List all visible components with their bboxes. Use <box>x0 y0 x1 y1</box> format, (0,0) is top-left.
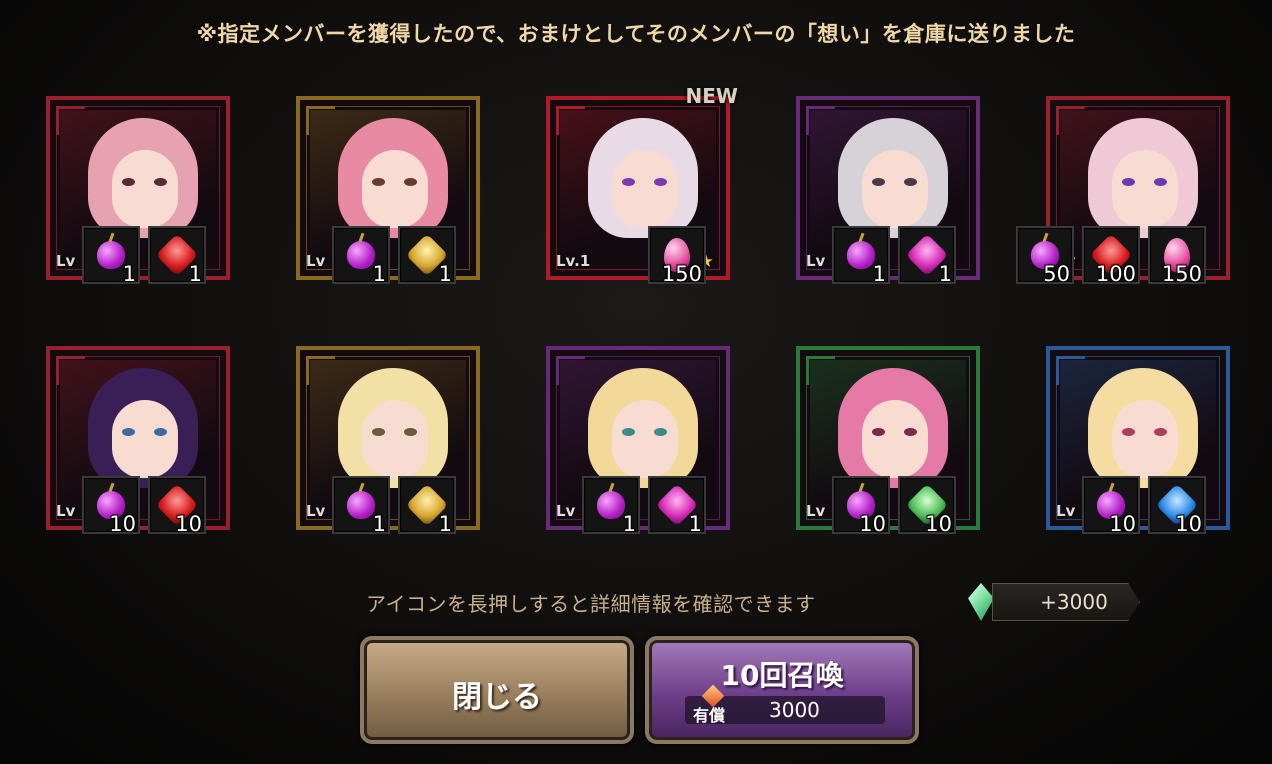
bonus-item[interactable]: 1 <box>398 476 456 536</box>
member-card[interactable]: Lv★50100150 <box>1016 96 1230 286</box>
item-count: 1 <box>372 512 386 536</box>
bonus-item[interactable]: 10 <box>148 476 206 536</box>
bonus-items: 11 <box>832 226 956 286</box>
item-count: 150 <box>661 262 702 286</box>
element-emblem-icon <box>306 356 335 385</box>
element-emblem-icon <box>806 356 835 385</box>
bonus-item[interactable]: 1 <box>148 226 206 286</box>
member-level: Lv.1 <box>556 252 591 270</box>
member-level: Lv <box>56 252 76 270</box>
bonus-item[interactable]: 150 <box>1148 226 1206 286</box>
item-count: 1 <box>188 262 202 286</box>
item-count: 10 <box>1175 512 1202 536</box>
element-emblem-icon <box>556 106 585 135</box>
member-level: Lv <box>1056 502 1076 520</box>
item-count: 50 <box>1043 262 1070 286</box>
bonus-items: 50 100 150 <box>1016 226 1206 286</box>
bonus-item[interactable]: 1 <box>82 226 140 286</box>
bonus-items: 10 10 <box>1082 476 1206 536</box>
close-button[interactable]: 閉じる <box>360 636 634 744</box>
member-level: Lv <box>556 502 576 520</box>
bonus-item[interactable]: 1 <box>898 226 956 286</box>
bonus-items: 11 <box>82 226 206 286</box>
item-count: 1 <box>622 512 636 536</box>
element-emblem-icon <box>556 356 585 385</box>
summon-cost: 有償 3000 <box>685 684 885 725</box>
item-count: 10 <box>109 512 136 536</box>
item-count: 1 <box>872 262 886 286</box>
bonus-item[interactable]: 1 <box>398 226 456 286</box>
close-button-label: 閉じる <box>452 680 542 715</box>
item-count: 10 <box>859 512 886 536</box>
item-count: 150 <box>1161 262 1202 286</box>
bonus-item[interactable]: 10 <box>82 476 140 536</box>
member-level: Lv <box>306 502 326 520</box>
member-card[interactable]: Lv★11 <box>546 346 730 536</box>
summon-10-button[interactable]: 10回召喚 有償 3000 <box>645 636 919 744</box>
member-card[interactable]: Lv★1010 <box>796 346 980 536</box>
bonus-items: 11 <box>332 226 456 286</box>
member-card[interactable]: Lv★1010 <box>46 346 230 536</box>
bonus-item[interactable]: 50 <box>1016 226 1074 286</box>
bonus-items: 10 10 <box>832 476 956 536</box>
item-count: 1 <box>438 512 452 536</box>
member-level: Lv <box>806 252 826 270</box>
cost-label: 有償 <box>693 706 726 725</box>
bonus-items: 10 10 <box>82 476 206 536</box>
bonus-item[interactable]: 1 <box>832 226 890 286</box>
notice-text: ※指定メンバーを獲得したので、おまけとしてそのメンバーの「想い」を倉庫に送りまし… <box>196 22 1076 46</box>
cost-value: 3000 <box>769 698 820 722</box>
element-emblem-icon <box>56 106 85 135</box>
bonus-item[interactable]: 1 <box>648 476 706 536</box>
element-emblem-icon <box>806 106 835 135</box>
item-count: 10 <box>175 512 202 536</box>
green-crystal-icon <box>968 583 994 621</box>
bonus-item[interactable]: 1 <box>582 476 640 536</box>
element-emblem-icon <box>1056 356 1085 385</box>
member-card[interactable]: Lv★11 <box>296 346 480 536</box>
reward-value: +3000 <box>1040 590 1108 614</box>
bonus-item[interactable]: 100 <box>1082 226 1140 286</box>
bonus-items: 11 <box>332 476 456 536</box>
member-level: Lv <box>306 252 326 270</box>
element-emblem-icon <box>56 356 85 385</box>
member-level: Lv <box>56 502 76 520</box>
bonus-item[interactable]: 1 <box>332 476 390 536</box>
item-count: 10 <box>1109 512 1136 536</box>
item-count: 10 <box>925 512 952 536</box>
item-count: 1 <box>372 262 386 286</box>
bonus-item[interactable]: 10 <box>898 476 956 536</box>
hint-text: アイコンを長押しすると詳細情報を確認できます <box>366 592 816 616</box>
bonus-item[interactable]: 10 <box>832 476 890 536</box>
member-level: Lv <box>806 502 826 520</box>
bonus-item[interactable]: 150 <box>648 226 706 286</box>
summon-button-label: 10回召喚 <box>720 659 844 692</box>
member-card[interactable]: Lv★11 <box>296 96 480 286</box>
bonus-item[interactable]: 10 <box>1148 476 1206 536</box>
bonus-item[interactable]: 10 <box>1082 476 1140 536</box>
member-card[interactable]: Lv★1010 <box>1046 346 1230 536</box>
bonus-item[interactable]: 1 <box>332 226 390 286</box>
member-card[interactable]: Lv★11 <box>796 96 980 286</box>
element-emblem-icon <box>306 106 335 135</box>
item-count: 1 <box>688 512 702 536</box>
bonus-items: 11 <box>582 476 706 536</box>
member-card[interactable]: Lv.1★★★NEW150 <box>546 84 738 286</box>
new-badge: NEW <box>685 84 738 108</box>
item-count: 100 <box>1095 262 1136 286</box>
item-count: 1 <box>438 262 452 286</box>
item-count: 1 <box>938 262 952 286</box>
element-emblem-icon <box>1056 106 1085 135</box>
item-count: 1 <box>122 262 136 286</box>
bonus-items: 150 <box>648 226 706 286</box>
member-card[interactable]: Lv★11 <box>46 96 230 286</box>
